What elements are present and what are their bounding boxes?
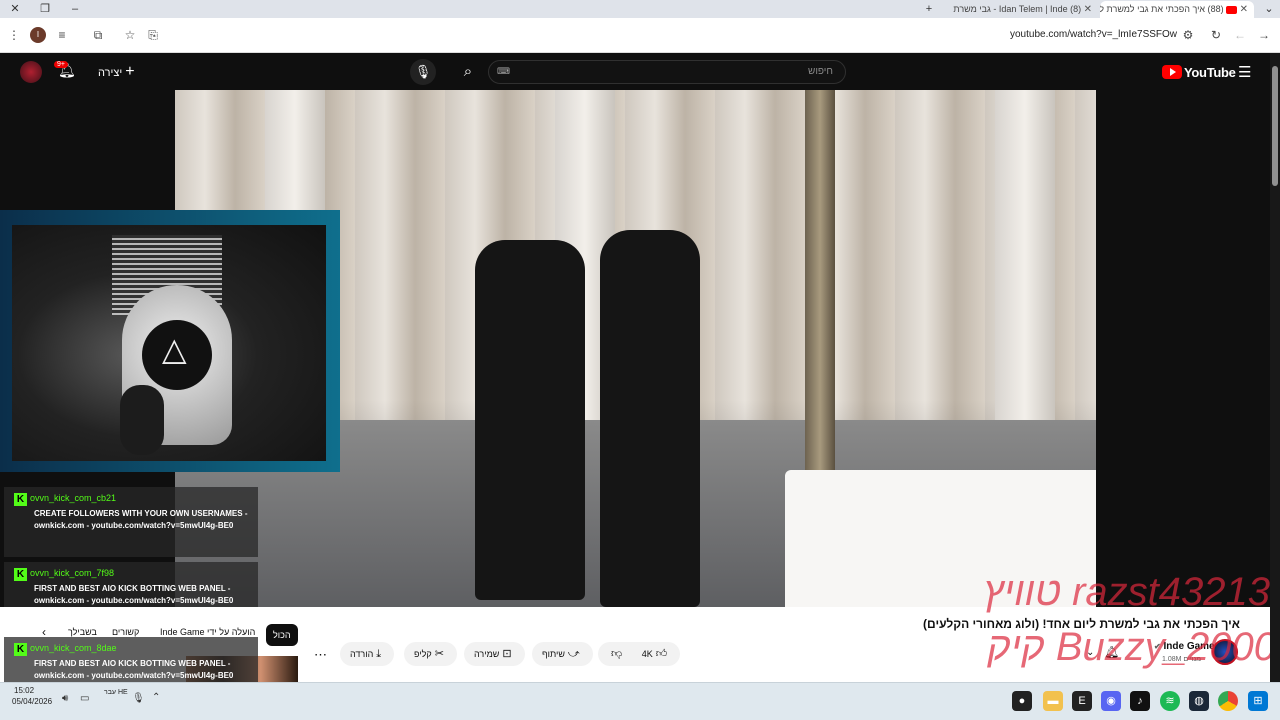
save-label: שמירה (474, 649, 500, 659)
windows-taskbar: 15:02 05/04/2026 🔊︎ ▭ עבר HE 🎙︎ ⌃ ● ▬ E … (0, 682, 1280, 720)
share-arrow-icon: ⤻ (567, 648, 580, 660)
share-label: שיתוף (542, 649, 565, 659)
video-scene-pillar (995, 90, 1055, 420)
youtube-header: 🔔︎ 9+ יצירה + 🎙︎ ⌕ ⌨ חיפוש YouTube ☰ (0, 53, 1280, 91)
stream-watermark-kick: קיק Buzzy_2000 (987, 625, 1276, 669)
dislike-icon[interactable]: 👎︎ (611, 648, 622, 660)
chip-from-channel[interactable]: Inde Game הועלה על ידי (160, 627, 255, 637)
search-icon[interactable]: ⌕ (452, 59, 484, 85)
epic-games-icon[interactable]: E (1072, 691, 1092, 711)
download-button[interactable]: הורדה ⤓ (340, 642, 395, 666)
spotify-icon[interactable]: ≋ (1160, 691, 1180, 711)
like-icon[interactable]: 👍︎ (656, 648, 668, 660)
network-icon[interactable]: ▭ (80, 693, 89, 704)
install-app-icon[interactable]: ⎘ (145, 27, 161, 43)
tab-youtube-video[interactable]: ✕ (88) איך הפכתי את גבי למשרת ליום אחד! … (1100, 1, 1254, 18)
video-scene-person-waitress (475, 240, 585, 600)
chat-text: FIRST AND BEST AIO KICK BOTTING WEB PANE… (34, 659, 234, 680)
bookmark-star-icon[interactable]: ☆ (122, 27, 138, 43)
reload-icon[interactable]: ↻ (1208, 27, 1224, 43)
tab-search-icon[interactable]: ⌄ (1258, 0, 1280, 18)
like-count: 4K (641, 649, 653, 659)
more-actions-icon[interactable]: ⋯ (314, 647, 327, 663)
chip-for-you[interactable]: בשבילך (68, 627, 97, 637)
file-explorer-icon[interactable]: ▬ (1043, 691, 1063, 711)
windows-start-icon[interactable]: ⊞ (1248, 691, 1268, 711)
search-input[interactable]: ⌨ חיפוש (488, 60, 846, 84)
chrome-icon[interactable] (1218, 691, 1238, 711)
window-close-icon[interactable]: ✕ (4, 0, 26, 18)
search-placeholder: חיפוש (808, 66, 833, 77)
tab-close-icon[interactable]: ✕ (1084, 4, 1092, 15)
streaming-app-icon[interactable]: ● (1012, 691, 1032, 711)
input-language-indicator[interactable]: עבר HE (104, 688, 128, 697)
chip-all[interactable]: הכול (266, 624, 298, 646)
browser-menu-icon[interactable]: ⋮ (6, 27, 22, 43)
scissors-icon: ✂ (434, 648, 444, 660)
account-avatar[interactable] (20, 61, 42, 83)
streamer-webcam (12, 225, 326, 461)
create-label: יצירה (98, 67, 123, 79)
clip-button[interactable]: קליפ ✂ (404, 642, 457, 666)
kick-logo-icon: K (14, 568, 27, 581)
notification-count-badge: 9+ (54, 61, 68, 68)
chat-username: ovvn_kick_com_7f98 (30, 568, 115, 578)
chat-text: FIRST AND BEST AIO KICK BOTTING WEB PANE… (34, 584, 234, 605)
voice-search-mic-icon[interactable]: 🎙︎ (410, 59, 436, 85)
create-button[interactable]: יצירה + (98, 63, 135, 81)
kick-logo-icon: K (14, 643, 27, 656)
window-minimize-icon[interactable]: – (64, 0, 86, 18)
discord-icon[interactable]: ◉ (1101, 691, 1121, 711)
tab-close-icon[interactable]: ✕ (1240, 4, 1248, 15)
taskbar-clock-date[interactable]: 05/04/2026 (12, 697, 52, 706)
address-bar[interactable]: youtube.com/watch?v=_lmIe7SSFOw (1010, 29, 1177, 40)
like-dislike-button[interactable]: 👎︎ 4K 👍︎ (598, 642, 680, 666)
profile-avatar[interactable]: I (30, 27, 46, 43)
browser-toolbar: ⋮ I ≡ ⧉ ☆ ⎘ youtube.com/watch?v=_lmIe7SS… (0, 18, 1280, 53)
youtube-logo[interactable]: YouTube (1162, 63, 1236, 80)
webcam-streamer-mask (142, 320, 212, 390)
youtube-play-icon (1162, 65, 1182, 79)
speaker-icon[interactable]: 🔊︎ (62, 693, 68, 704)
chip-related[interactable]: קשורים (112, 627, 139, 637)
window-restore-icon[interactable]: ❐ (34, 0, 56, 18)
plus-icon: + (125, 63, 135, 80)
download-label: הורדה (350, 649, 374, 659)
tiktok-icon[interactable]: ♪ (1130, 691, 1150, 711)
guide-menu-icon[interactable]: ☰ (1238, 63, 1251, 81)
webcam-microphone (120, 385, 164, 455)
playlist-icon[interactable]: ≡ (54, 27, 70, 43)
youtube-logo-text: YouTube (1184, 65, 1236, 80)
tab-title: (8) Idan Telem | Inde - גבי משרת (953, 4, 1082, 14)
youtube-favicon-icon (1226, 5, 1238, 14)
extensions-icon[interactable]: ⧉ (90, 27, 106, 43)
kick-logo-icon: K (14, 493, 27, 506)
clip-label: קליפ (414, 649, 432, 659)
bookmark-icon: ⊡ (502, 648, 512, 660)
new-tab-icon[interactable]: + (918, 0, 940, 18)
video-scene-person-waiter (600, 230, 700, 607)
share-button[interactable]: שיתוף ⤻ (532, 642, 593, 666)
browser-tabstrip: ✕ ❐ – ✕ (8) Idan Telem | Inde - גבי משרת… (0, 0, 1280, 18)
stream-watermark-twitch: טוויץ razst43213 (983, 570, 1270, 614)
tray-overflow-chevron-icon[interactable]: ⌃ (152, 692, 160, 703)
taskbar-clock-time[interactable]: 15:02 (14, 686, 34, 695)
chat-text: CREATE FOLLOWERS WITH YOUR OWN USERNAMES… (34, 509, 248, 530)
save-button[interactable]: שמירה ⊡ (464, 642, 525, 666)
chat-message: K ovvn_kick_com_cb21 CREATE FOLLOWERS WI… (4, 487, 258, 557)
chat-username: ovvn_kick_com_cb21 (30, 493, 117, 503)
steam-icon[interactable]: ◍ (1189, 691, 1209, 711)
tab-title: (88) איך הפכתי את גבי למשרת ליום אחד! (ו… (1100, 4, 1224, 14)
keyboard-icon[interactable]: ⌨ (497, 66, 510, 77)
microphone-tray-icon[interactable]: 🎙︎ (132, 693, 145, 704)
page-scrollbar-thumb[interactable] (1272, 66, 1278, 186)
tab-inde-game[interactable]: ✕ (8) Idan Telem | Inde - גבי משרת (918, 1, 1098, 18)
site-settings-icon[interactable]: ⚙ (1180, 27, 1196, 43)
chat-username: ovvn_kick_com_8dae (30, 643, 117, 653)
forward-icon[interactable]: ← (1232, 27, 1248, 43)
download-icon: ⤓ (376, 648, 382, 660)
back-icon[interactable]: → (1256, 27, 1272, 43)
